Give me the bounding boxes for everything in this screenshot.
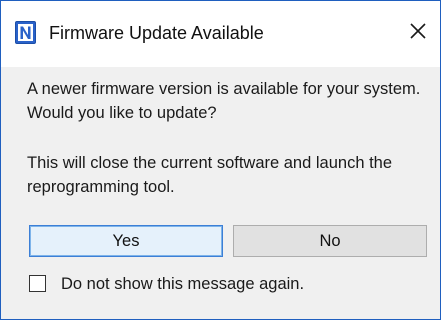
do-not-show-again-option[interactable]: Do not show this message again.	[29, 272, 409, 298]
dialog-body: A newer firmware version is available fo…	[1, 67, 440, 319]
do-not-show-again-label[interactable]: Do not show this message again.	[61, 272, 304, 296]
close-icon	[410, 23, 426, 39]
close-software-message: This will close the current software and…	[27, 154, 393, 196]
app-logo-icon	[15, 21, 36, 44]
no-button[interactable]: No	[233, 225, 427, 257]
dialog-title: Firmware Update Available	[49, 23, 264, 43]
update-available-message: A newer firmware version is available fo…	[27, 80, 421, 122]
do-not-show-again-checkbox[interactable]	[29, 275, 46, 292]
close-button[interactable]	[403, 17, 433, 47]
title-bar: Firmware Update Available	[1, 1, 440, 67]
firmware-update-dialog: Firmware Update Available A newer firmwa…	[0, 0, 441, 320]
yes-button[interactable]: Yes	[29, 225, 223, 257]
